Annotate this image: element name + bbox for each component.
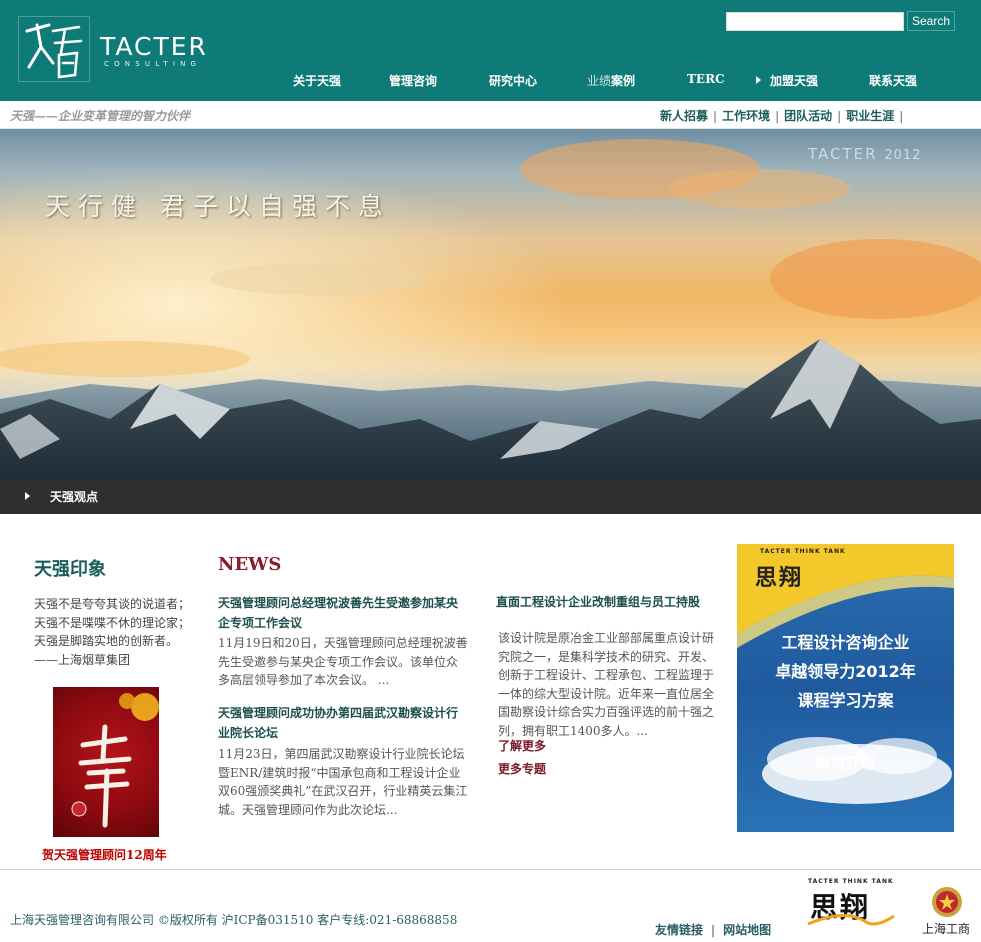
nav-research[interactable]: 研究中心 [489, 72, 537, 89]
subnav-team-activities[interactable]: 团队活动 [784, 109, 832, 123]
impression-title: 天强印象 [34, 559, 106, 580]
copyright-text: 上海天强管理咨询有限公司 ©版权所有 沪ICP备031510 客户专线:021-… [10, 913, 458, 927]
banner-brand: TACTER 2012 [808, 145, 921, 163]
nav-consulting-label: 管理咨询 [389, 74, 438, 88]
banner-tagline: 天行健 君子以自强不息 [45, 192, 391, 221]
ad-headline-line: 课程学习方案 [797, 691, 894, 710]
impression-source: ——上海烟草集团 [34, 652, 131, 667]
anniversary-poster-image[interactable] [53, 687, 159, 837]
news-item-title[interactable]: 天强管理顾问总经理祝波善先生受邀参加某央企专项工作会议 [218, 593, 468, 633]
ad-headline-line: 卓越领导力2012年 [775, 662, 916, 681]
nav-terc[interactable]: TERC [687, 72, 725, 86]
feature-title[interactable]: 直面工程设计企业改制重组与员工持股 [496, 592, 726, 612]
main-nav: 关于天强 管理咨询 研究中心 业绩案例 TERC 加盟天强 联系天强 [268, 72, 981, 92]
nav-consulting[interactable]: 管理咨询 [389, 72, 437, 89]
news-item-summary: 11月19日和20日，天强管理顾问总经理祝波善先生受邀参与某央企专项工作会议。该… [218, 636, 468, 687]
business-license-badge-icon[interactable] [931, 886, 963, 918]
ad-brand: 思翔 [755, 565, 804, 591]
logo-wordmark: TACTER [100, 32, 208, 61]
nav-research-label: 研究中心 [489, 74, 538, 88]
nav-about[interactable]: 关于天强 [293, 72, 341, 89]
logo-subtext: CONSULTING [104, 60, 202, 68]
slogan: 天强——企业变革管理的智力伙伴 [10, 109, 191, 123]
arrow-right-icon [756, 76, 761, 84]
nav-join[interactable]: 加盟天强 [756, 72, 818, 89]
banner-brand-text: TACTER [808, 145, 878, 163]
nav-cases-label-prefix: 业绩 [587, 74, 612, 88]
subnav-environment[interactable]: 工作环境 [722, 109, 770, 123]
ad-monthly-label: 每月开班 [815, 754, 876, 772]
impression-line: 天强不是夸夸其谈的说道者； [34, 597, 191, 611]
subnav-separator: | [713, 109, 718, 123]
search-button[interactable]: Search [907, 11, 955, 31]
logo-calligraphy-icon [18, 16, 90, 82]
nav-contact-label: 联系天强 [869, 74, 918, 88]
impression-quote: 天强不是夸夸其谈的说道者； 天强不是喋喋不休的理论家； 天强是脚踏实地的创新者。… [34, 595, 194, 669]
badge-label[interactable]: 上海工商 [922, 920, 970, 937]
nav-cases[interactable]: 业绩案例 [587, 72, 635, 89]
friend-links-link[interactable]: 友情链接 [655, 923, 703, 937]
footer-thinktank-logo[interactable]: TACTER THINK TANK 思翔 [806, 878, 896, 932]
site-header: TACTER CONSULTING Search 关于天强 管理咨询 研究中心 … [0, 0, 981, 101]
logo-swoosh-icon [807, 914, 895, 926]
news-item-title[interactable]: 天强管理顾问成功协办第四届武汉勘察设计行业院长论坛 [218, 703, 468, 743]
sub-bar: 天强——企业变革管理的智力伙伴 新人招募 | 工作环境 | 团队活动 | 职业生涯 | [0, 101, 981, 129]
banner-year: 2012 [884, 148, 922, 163]
subnav-career[interactable]: 职业生涯 [846, 109, 894, 123]
footer-links: 友情链接 | 网站地图 [655, 921, 771, 938]
subnav-recruit[interactable]: 新人招募 [660, 109, 708, 123]
hero-banner: 天行健 君子以自强不息 TACTER 2012 [0, 129, 981, 479]
mountain-landscape-image [0, 129, 981, 479]
site-footer: 上海天强管理咨询有限公司 ©版权所有 沪ICP备031510 客户专线:021-… [0, 869, 981, 942]
nav-join-label: 加盟天强 [770, 74, 819, 88]
news-title: NEWS [218, 554, 282, 575]
subnav-separator: | [899, 109, 904, 123]
nav-about-label: 关于天强 [293, 74, 342, 88]
impression-line: 天强是脚踏实地的创新者。 [34, 634, 179, 648]
subnav-separator: | [837, 109, 842, 123]
nav-terc-label: TERC [687, 72, 725, 86]
nav-contact[interactable]: 联系天强 [869, 72, 917, 89]
more-topics-link[interactable]: 更多专题 [498, 760, 546, 777]
learn-more-link[interactable]: 了解更多 [498, 737, 546, 754]
ad-brand-small: TACTER THINK TANK [760, 548, 846, 555]
sitemap-link[interactable]: 网站地图 [723, 923, 771, 937]
poster-caption[interactable]: 贺天强管理顾问12周年 [42, 846, 167, 863]
subnav-separator: | [775, 109, 780, 123]
search-input[interactable] [726, 12, 904, 31]
viewpoint-label: 天强观点 [50, 490, 99, 504]
viewpoint-bar[interactable]: 天强观点 [0, 479, 981, 514]
arrow-right-icon [25, 492, 30, 500]
site-logo[interactable]: TACTER CONSULTING [18, 16, 238, 86]
footer-separator: | [711, 923, 716, 937]
impression-line: 天强不是喋喋不休的理论家； [34, 615, 191, 630]
ad-headline-line: 工程设计咨询企业 [781, 633, 910, 652]
nav-cases-label: 案例 [611, 74, 636, 88]
news-item-summary: 11月23日，第四届武汉勘察设计行业院长论坛暨ENR/建筑时报“中国承包商和工程… [218, 747, 468, 817]
course-ad-banner[interactable]: TACTER THINK TANK 思翔 工程设计咨询企业 卓越领导力2012年… [737, 544, 954, 832]
feature-summary: 该设计院是原冶金工业部部属重点设计研究院之一，是集科学技术的研究、开发、创新于工… [498, 631, 715, 738]
sub-nav: 新人招募 | 工作环境 | 团队活动 | 职业生涯 | [660, 107, 908, 124]
